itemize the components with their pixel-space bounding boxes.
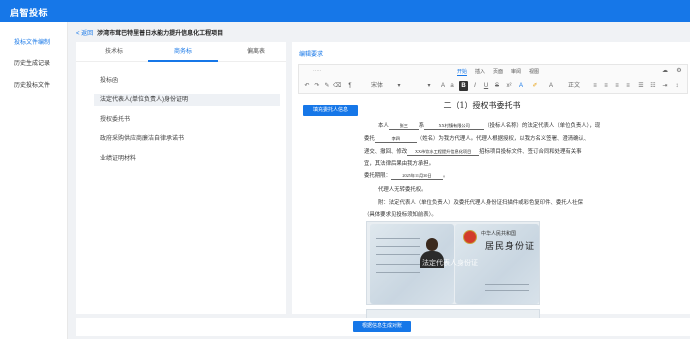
line-spacing-icon[interactable]: ↕ xyxy=(673,81,681,91)
cloud-icon[interactable]: ☁ xyxy=(661,66,669,76)
tab-technical[interactable]: 技术标 xyxy=(86,42,142,62)
format-toolbar: ↶ ↷ ✎ ⌫ ¶ 宋体 ▾ ▾ A a B I U S x² A ✐ A 正文… xyxy=(299,80,689,93)
card-line xyxy=(376,272,420,273)
strikethrough-icon[interactable]: S xyxy=(493,81,501,91)
font-color-icon[interactable]: A xyxy=(517,81,525,91)
underline-icon[interactable]: U xyxy=(482,81,490,91)
doc-item-integrity-pledge[interactable]: 政府采购供应商廉洁自律承诺书 xyxy=(100,133,286,145)
sidebar-item-history-files[interactable]: 历史投标文件 xyxy=(0,79,68,93)
doc-text: 委托 xyxy=(364,136,375,142)
doc-line-2: 委托 李四 （姓名）为我方代理人。代理人根据授权，以我方名义签署、澄清确认、 xyxy=(364,134,589,143)
id-watermark: 法定代表人身份证 xyxy=(422,260,478,267)
top-bar: 启智投标 xyxy=(0,0,690,22)
project-title: 涉湾市茸巴特里普日水能力提升信息化工程项目 xyxy=(97,30,224,37)
doc-text: （姓名）为我方代理人。代理人根据授权，以我方名义签署、澄清确认、 xyxy=(416,136,590,142)
active-tab-indicator xyxy=(148,60,218,62)
italic-icon[interactable]: I xyxy=(471,81,479,91)
highlight-icon[interactable]: ✐ xyxy=(531,81,539,91)
doc-line-7: 附：法定代表人（单位负责人）及委托代理人身份证扫描件或彩色复印件、委托人社保 xyxy=(378,200,583,206)
font-size-chevron-icon[interactable]: ▾ xyxy=(425,81,433,91)
card-line xyxy=(485,290,529,291)
app-title: 启智投标 xyxy=(10,8,49,18)
bottom-action-bar: 根据信息生成对账 xyxy=(76,318,690,336)
sidebar-item-history-records[interactable]: 历史生成记录 xyxy=(0,57,68,71)
agent-name-field[interactable]: 李四 xyxy=(374,136,417,143)
doc-item-legal-rep-id[interactable]: 法定代表人(单位负责人)身份证明 xyxy=(94,94,280,106)
increase-font-icon[interactable]: A xyxy=(439,81,447,91)
term-field[interactable]: 2025年11月30日 xyxy=(390,173,443,180)
tab-commercial[interactable]: 商务标 xyxy=(155,42,211,62)
fill-principal-info-button[interactable]: 填充委托人信息 xyxy=(303,105,358,116)
document-list-panel: 技术标 商务标 偏离表 投标函 法定代表人(单位负责人)身份证明 授权委托书 政… xyxy=(76,42,286,314)
bullet-list-icon[interactable]: ☰ xyxy=(637,81,645,91)
editor-section-title: 编辑要求 xyxy=(299,52,324,58)
company-name-field[interactable]: XX村镇有限公司 xyxy=(424,123,485,130)
tab-deviation[interactable]: 偏离表 xyxy=(228,42,284,62)
doc-item-bid-letter[interactable]: 投标函 xyxy=(100,75,286,87)
doc-line-5: 委托期限： 2025年11月30日。 xyxy=(364,173,449,180)
menu-view[interactable]: 视图 xyxy=(529,68,539,75)
paragraph-icon[interactable]: ¶ xyxy=(345,81,355,91)
generate-button[interactable]: 根据信息生成对账 xyxy=(353,321,411,332)
menu-row: ····· 开始 插入 页面 审阅 视图 ☁ ⚙ xyxy=(299,66,689,78)
redo-icon[interactable]: ↷ xyxy=(313,81,321,91)
font-select[interactable]: 宋体 xyxy=(371,81,391,91)
sidebar-item-bid-compile[interactable]: 投标文件编制 xyxy=(0,36,68,50)
card-line xyxy=(376,246,420,247)
editor-toolbar: ····· 开始 插入 页面 审阅 视图 ☁ ⚙ ↶ ↷ ✎ ⌫ ¶ 宋体 ▾ … xyxy=(298,64,688,94)
card-line xyxy=(485,284,529,285)
document-page[interactable]: 二（1）授权书委托书 本人 张三系 XX村镇有限公司 （投标人名称）的法定代表人（单位… xyxy=(364,97,600,319)
card-line xyxy=(376,264,420,265)
id-card-title: 居民身份证 xyxy=(485,242,536,252)
breadcrumb: < 返回 涉湾市茸巴特里普日水能力提升信息化工程项目 xyxy=(76,26,223,38)
principal-name-field[interactable]: 张三 xyxy=(388,123,419,130)
align-right-icon[interactable]: ≡ xyxy=(613,81,621,91)
settings-icon[interactable]: ⚙ xyxy=(675,66,683,76)
clear-format-icon[interactable]: ⌫ xyxy=(333,81,341,91)
doc-line-1: 本人 张三系 XX村镇有限公司 （投标人名称）的法定代表人（单位负责人），现 xyxy=(378,121,600,130)
menu-home[interactable]: 开始 xyxy=(457,68,468,76)
decrease-font-icon[interactable]: a xyxy=(448,81,456,91)
superscript-icon[interactable]: x² xyxy=(505,81,513,91)
doc-text: 委托期限： xyxy=(364,173,391,179)
align-left-icon[interactable]: ≡ xyxy=(591,81,599,91)
editor-panel: 编辑要求 ····· 开始 插入 页面 审阅 视图 ☁ ⚙ ↶ ↷ ✎ ⌫ ¶ … xyxy=(292,42,690,319)
doc-line-8: （具体要求见投标须知前表）。 xyxy=(364,212,437,218)
format-painter-icon[interactable]: ✎ xyxy=(323,81,331,91)
card-line xyxy=(376,254,420,255)
id-card-country: 中华人民共和国 xyxy=(481,231,517,237)
project-name-field[interactable]: XX市饮水工程提升信息化项目 xyxy=(407,149,480,156)
national-emblem-icon xyxy=(463,230,477,244)
indent-icon[interactable]: ⇥ xyxy=(661,81,669,91)
justify-icon[interactable]: ≡ xyxy=(624,81,632,91)
text-effect-icon[interactable]: A xyxy=(547,81,555,91)
id-card-scan-image: 中华人民共和国 居民身份证 法定代表人身份证 xyxy=(366,221,540,305)
doc-line-3: 递交、撤回、修改 XX市饮水工程提升信息化项目 招标项目投标文件、签订合同和处理有关… xyxy=(364,147,582,156)
doc-text: （投标人名称）的法定代表人（单位负责人），现 xyxy=(484,123,601,129)
menu-page[interactable]: 页面 xyxy=(493,68,503,75)
chevron-down-icon[interactable]: ▾ xyxy=(395,81,403,91)
back-link[interactable]: < 返回 xyxy=(76,28,93,37)
menu-review[interactable]: 审阅 xyxy=(511,68,521,75)
align-center-icon[interactable]: ≡ xyxy=(602,81,610,91)
doc-line-4: 宜，其法律后果由我方承担。 xyxy=(364,161,435,167)
bold-icon[interactable]: B xyxy=(459,81,468,91)
doc-item-performance-proof[interactable]: 业绩证明材料 xyxy=(100,153,286,165)
doc-line-6: 代理人无转委托权。 xyxy=(378,187,427,193)
tab-bar: 技术标 商务标 偏离表 xyxy=(76,42,286,62)
undo-icon[interactable]: ↶ xyxy=(303,81,311,91)
menu-placeholder: ····· xyxy=(313,68,322,74)
numbered-list-icon[interactable]: ☷ xyxy=(649,81,657,91)
menu-insert[interactable]: 插入 xyxy=(475,68,485,75)
doc-text: 递交、撤回、修改 xyxy=(364,149,408,155)
doc-text: 招标项目投标文件、签订合同和处理有关事 xyxy=(479,149,582,155)
doc-text: 本人 xyxy=(378,123,389,129)
card-line xyxy=(376,238,420,239)
style-select[interactable]: 正文 xyxy=(563,81,585,91)
doc-item-power-of-attorney[interactable]: 授权委托书 xyxy=(100,114,286,126)
sidebar: 投标文件编制 历史生成记录 历史投标文件 xyxy=(0,22,68,339)
document-heading: 二（1）授权书委托书 xyxy=(443,101,521,110)
